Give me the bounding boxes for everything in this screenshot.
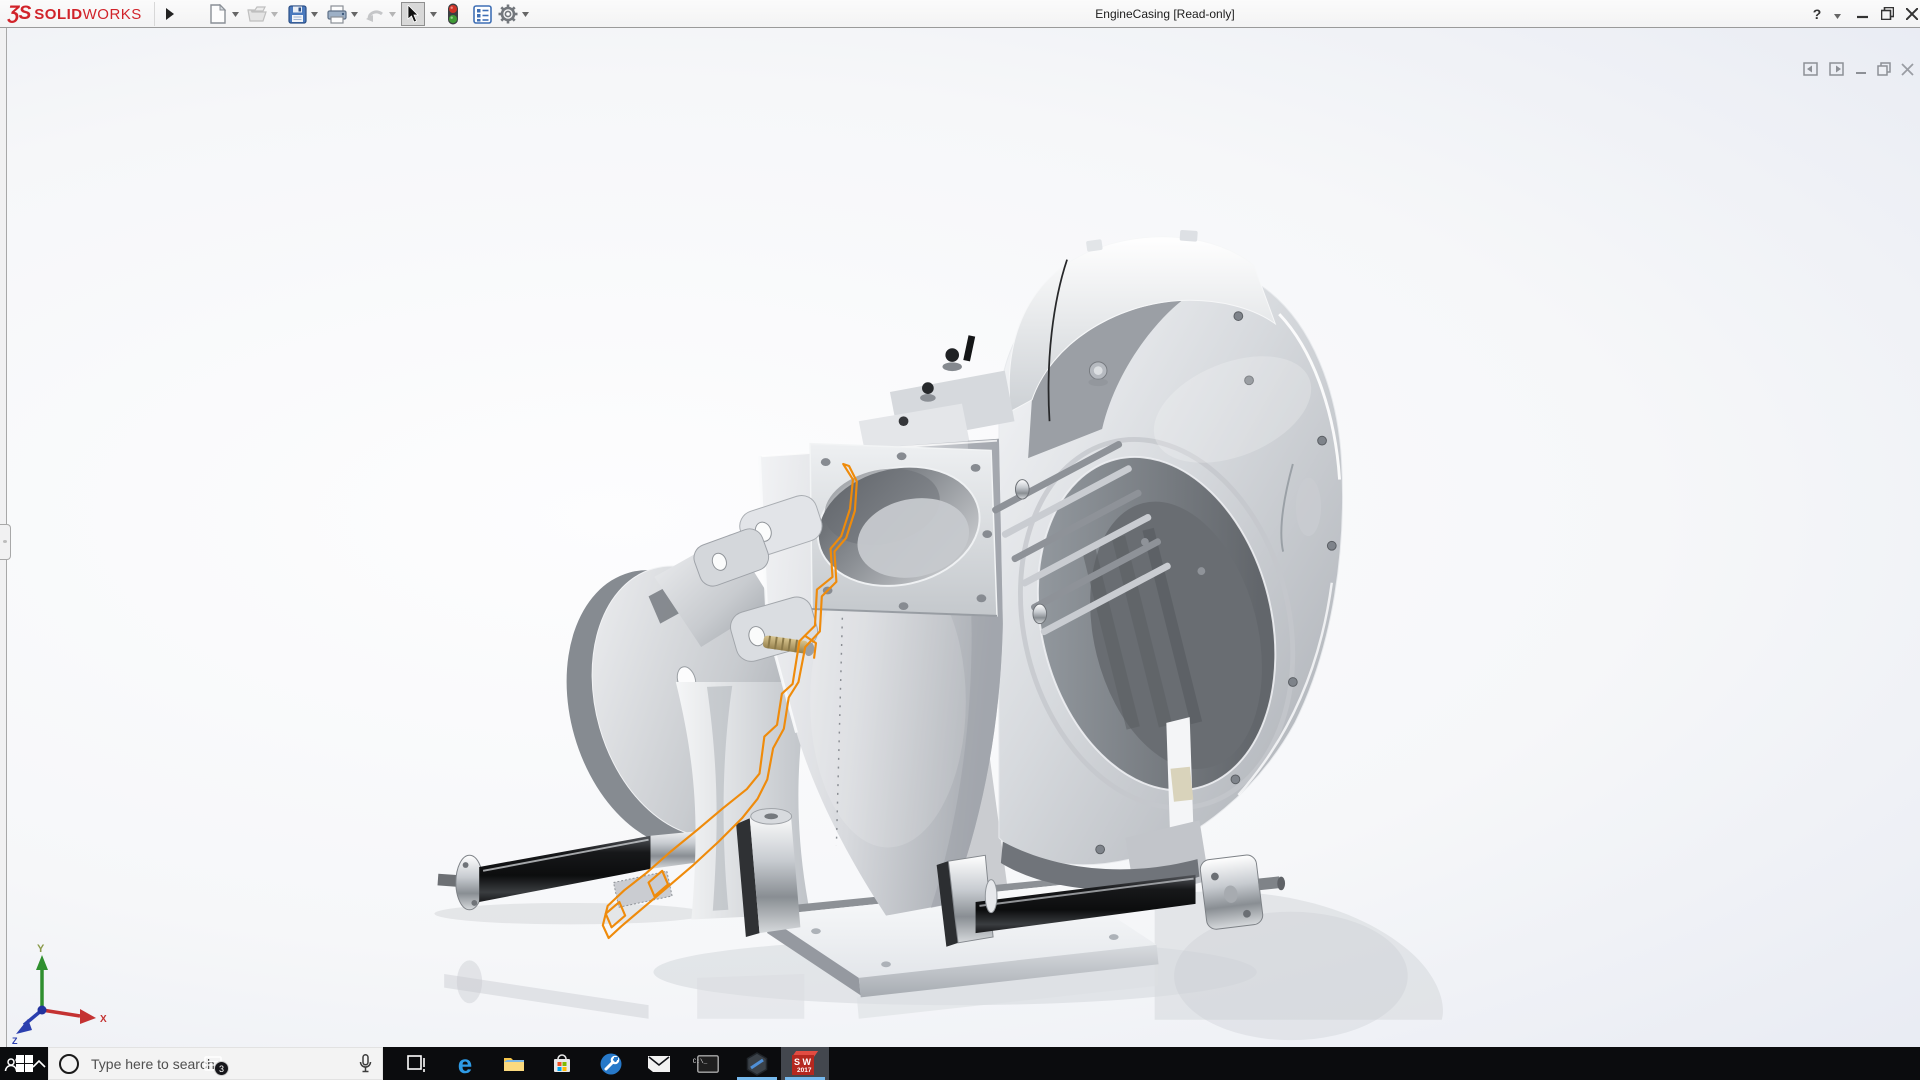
- triad-y-label: Y: [37, 943, 45, 955]
- close-document-icon[interactable]: [1901, 62, 1914, 76]
- list-report-icon: [473, 5, 492, 24]
- open-button[interactable]: [245, 2, 269, 26]
- microsoft-store-icon: [552, 1054, 572, 1074]
- print-button[interactable]: [325, 2, 349, 26]
- dassault-glyph: ƷS: [8, 3, 30, 25]
- mail-icon: [648, 1056, 670, 1072]
- window-title: EngineCasing [Read-only]: [1095, 7, 1234, 21]
- sw-year: 2017: [797, 1067, 811, 1074]
- taskbar-cmd-button[interactable]: C:\_: [684, 1047, 732, 1080]
- panel-splitter-handle[interactable]: [0, 524, 11, 560]
- minimize-icon: [1857, 8, 1868, 19]
- help-dropdown-caret[interactable]: [1834, 12, 1842, 20]
- restore-button[interactable]: [1874, 3, 1900, 24]
- windows-logo-icon: [16, 1055, 33, 1072]
- document-window-controls: [1803, 62, 1914, 76]
- select-dropdown-caret[interactable]: [430, 10, 438, 18]
- menu-flyout-button[interactable]: [158, 2, 182, 26]
- close-button[interactable]: [1899, 3, 1920, 24]
- close-icon: [1906, 8, 1918, 20]
- taskbar-edrawings-button[interactable]: [733, 1047, 781, 1080]
- cortana-icon: [59, 1054, 79, 1074]
- previous-pane-icon[interactable]: [1803, 62, 1819, 76]
- printer-icon: [327, 5, 347, 24]
- restore-document-icon[interactable]: [1877, 62, 1891, 76]
- 3d-model-engine-casing[interactable]: [0, 28, 1920, 1047]
- taskbar-file-explorer-button[interactable]: [490, 1047, 538, 1080]
- graphics-area[interactable]: Y X Z *Dimetric: [0, 28, 1920, 1047]
- microphone-icon[interactable]: [359, 1054, 372, 1073]
- undo-dropdown-caret[interactable]: [389, 10, 397, 18]
- next-pane-icon[interactable]: [1829, 62, 1845, 76]
- brand-light: WORKS: [83, 6, 142, 23]
- save-dropdown-caret[interactable]: [311, 10, 319, 18]
- file-explorer-icon: [503, 1055, 525, 1073]
- options-dropdown-caret[interactable]: [522, 10, 530, 18]
- new-document-icon: [209, 4, 227, 24]
- taskbar-support-button[interactable]: [587, 1047, 635, 1080]
- sw-letters: S W: [794, 1057, 811, 1067]
- restore-icon: [1881, 7, 1894, 20]
- start-button[interactable]: [0, 1047, 48, 1080]
- taskbar-mail-button[interactable]: [635, 1047, 683, 1080]
- title-bar: ƷS SOLID WORKS: [0, 0, 1920, 28]
- flyout-arrow-icon: [165, 8, 175, 20]
- action-center-button[interactable]: 3: [196, 1047, 230, 1080]
- edge-icon: e: [458, 1052, 472, 1076]
- save-floppy-icon: [288, 5, 307, 24]
- solidworks-logo: ƷS SOLID WORKS: [8, 3, 142, 25]
- toolbar-separator: [154, 2, 155, 26]
- triad-x-label: X: [100, 1014, 107, 1025]
- splitter-dot: [3, 540, 7, 543]
- cylinder-flange[interactable]: [807, 444, 997, 616]
- edrawings-hexagon-icon: [745, 1052, 769, 1076]
- undo-arrow-icon: [365, 6, 385, 22]
- taskbar-store-button[interactable]: [538, 1047, 586, 1080]
- new-dropdown-caret[interactable]: [232, 10, 240, 18]
- gear-icon: [498, 4, 518, 24]
- help-button[interactable]: ?: [1804, 3, 1830, 24]
- new-document-button[interactable]: [206, 2, 230, 26]
- wrench-circle-icon: [600, 1053, 622, 1075]
- taskbar-edge-button[interactable]: e: [441, 1047, 489, 1080]
- brand-bold: SOLID: [34, 6, 82, 23]
- select-cursor-icon: [406, 5, 420, 23]
- undo-button[interactable]: [363, 2, 387, 26]
- cmd-prompt-text: C:\_: [693, 1058, 707, 1065]
- help-glyph: ?: [1813, 6, 1822, 22]
- open-dropdown-caret[interactable]: [271, 10, 279, 18]
- select-button[interactable]: [401, 2, 425, 26]
- windows-taskbar: Type here to search e: [0, 1047, 1920, 1080]
- taskbar-solidworks-button[interactable]: S W 2017: [781, 1047, 829, 1080]
- solidworks-2017-icon: S W 2017: [792, 1051, 818, 1077]
- triad-z-label: Z: [12, 1036, 18, 1046]
- display-report-button[interactable]: [470, 2, 494, 26]
- options-button[interactable]: [496, 2, 520, 26]
- save-button[interactable]: [285, 2, 309, 26]
- minimize-button[interactable]: [1849, 3, 1875, 24]
- task-view-icon: [407, 1055, 427, 1073]
- traffic-light-icon: [447, 3, 459, 25]
- front-mount-lug[interactable]: [736, 809, 800, 937]
- print-dropdown-caret[interactable]: [351, 10, 359, 18]
- orientation-triad: Y X Z: [4, 940, 114, 1048]
- open-folder-icon: [247, 5, 267, 23]
- notification-badge: 3: [214, 1061, 229, 1076]
- taskbar-task-view-button[interactable]: [393, 1047, 441, 1080]
- minimize-document-icon[interactable]: [1855, 62, 1867, 76]
- rebuild-button[interactable]: [441, 2, 465, 26]
